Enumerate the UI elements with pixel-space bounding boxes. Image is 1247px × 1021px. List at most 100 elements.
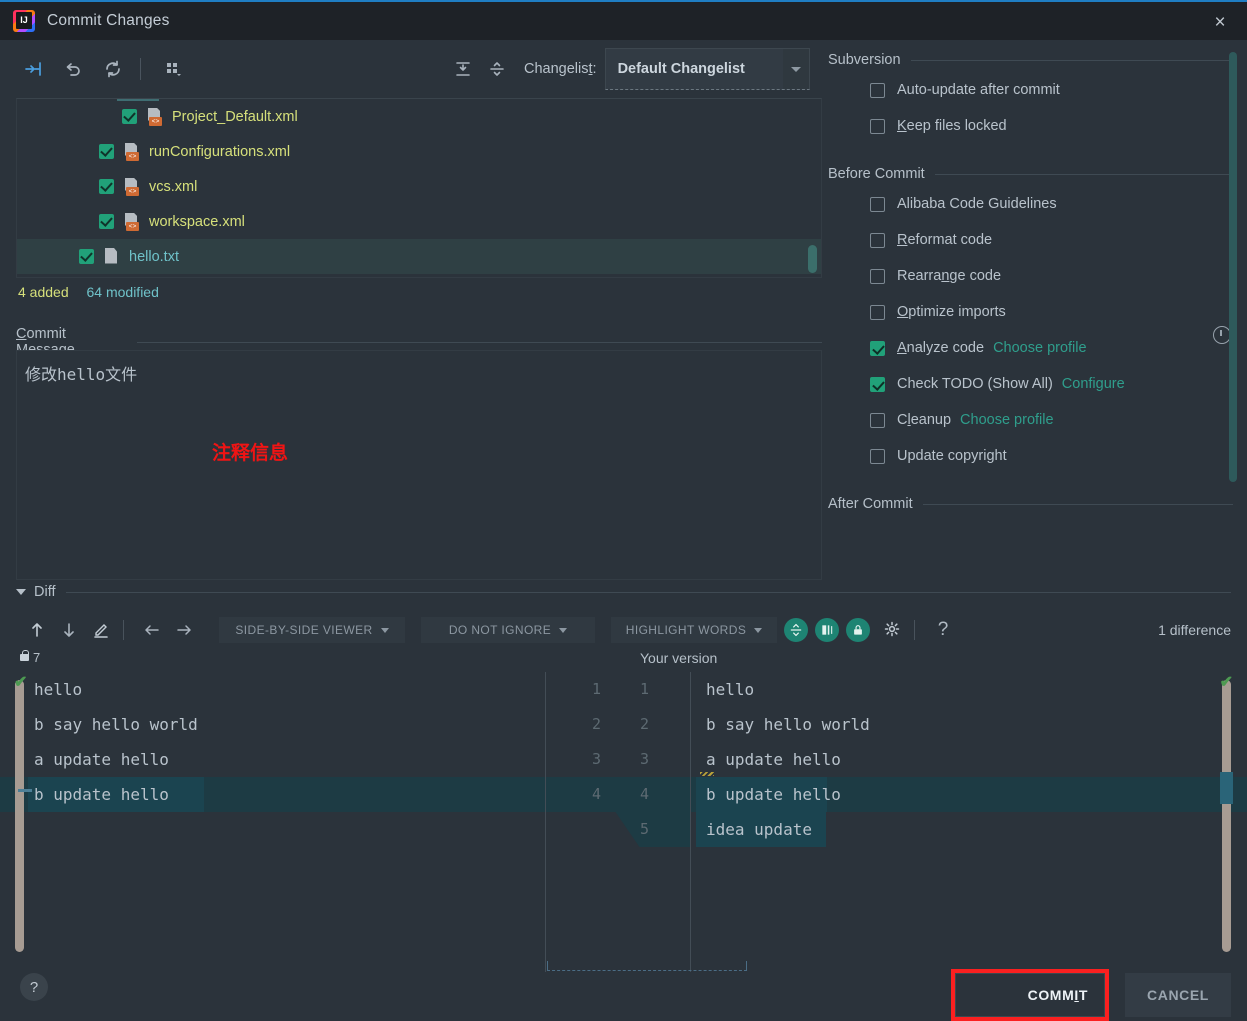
green-check-icon: ✔ [1219, 674, 1233, 691]
highlight-mode-select[interactable]: HIGHLIGHT WORDS [611, 617, 777, 643]
option-row[interactable]: Cleanup Choose profile [828, 402, 1247, 438]
toolbar-divider [140, 58, 141, 80]
text-file-icon [103, 247, 120, 266]
code-line: idea update [706, 820, 812, 839]
spellcheck-squiggle [700, 772, 714, 776]
option-row[interactable]: Reformat code [828, 222, 1247, 258]
file-checkbox[interactable] [99, 214, 114, 229]
table-row[interactable]: <> workspace.xml [17, 204, 821, 239]
file-checkbox[interactable] [99, 179, 114, 194]
table-row[interactable]: hello.txt [17, 239, 821, 274]
code-line: b update hello [706, 785, 841, 804]
commit-button-label: COMMIT [1027, 987, 1088, 1003]
changelist-select[interactable]: Default Changelist [604, 48, 810, 90]
diff-left-scrollbar[interactable] [15, 680, 24, 952]
collapse-unchanged-icon[interactable] [784, 618, 808, 642]
diff-right-scrollbar[interactable] [1222, 680, 1231, 952]
line-number: 5 [639, 820, 649, 838]
question-icon[interactable]: ? [930, 617, 956, 643]
table-row[interactable]: <> runConfigurations.xml [17, 134, 821, 169]
file-checkbox[interactable] [79, 249, 94, 264]
intellij-idea-logo-icon [13, 10, 35, 32]
window-title: Commit Changes [47, 12, 170, 29]
gear-icon[interactable] [879, 617, 905, 643]
toolbar-divider [914, 620, 915, 640]
option-checkbox[interactable] [870, 376, 885, 392]
triangle-down-icon[interactable] [16, 589, 26, 595]
option-row[interactable]: Analyze code Choose profile [828, 330, 1247, 366]
option-link[interactable]: Choose profile [960, 412, 1054, 428]
file-checkbox[interactable] [122, 109, 137, 124]
line-numbers-left: 1 2 3 4 [571, 672, 601, 847]
chevron-down-icon[interactable] [782, 49, 809, 89]
diff-pane-left[interactable]: hello b say hello world a update hello b up… [0, 672, 557, 962]
option-checkbox[interactable] [870, 82, 885, 98]
modified-count: 64 modified [86, 284, 159, 300]
group-by-icon[interactable] [159, 54, 189, 84]
pane-divider [690, 672, 691, 972]
section-divider [136, 341, 822, 343]
option-row[interactable]: Check TODO (Show All) Configure [828, 366, 1247, 402]
lock-icon[interactable] [846, 618, 870, 642]
focus-dashed-marker [547, 961, 747, 971]
table-row[interactable]: <> Project_Default.xml [17, 99, 821, 134]
changelist-row: Changelist: Default Changelist [450, 40, 810, 98]
commit-button[interactable]: COMMIT [955, 973, 1105, 1017]
ignore-mode-select[interactable]: DO NOT IGNORE [421, 617, 595, 643]
show-diff-icon[interactable] [18, 54, 48, 84]
option-label: Reformat code [897, 232, 993, 248]
cancel-button[interactable]: CANCEL [1125, 973, 1231, 1017]
expand-all-icon[interactable] [450, 56, 476, 82]
option-checkbox[interactable] [870, 448, 885, 464]
revert-icon[interactable] [58, 54, 88, 84]
option-row[interactable]: Auto-update after commit [828, 72, 1247, 108]
option-checkbox[interactable] [870, 340, 885, 356]
section-divider [922, 503, 1233, 505]
option-link[interactable]: Configure [1062, 376, 1125, 392]
whitespace-icon[interactable] [815, 618, 839, 642]
close-icon[interactable]: × [1193, 4, 1247, 42]
line-number: 3 [639, 750, 649, 768]
arrow-down-icon[interactable] [56, 617, 82, 643]
code-line: hello [34, 680, 83, 699]
line-number [571, 812, 601, 847]
arrow-left-icon[interactable] [139, 617, 165, 643]
line-number: 2 [639, 715, 649, 733]
arrow-right-icon[interactable] [171, 617, 197, 643]
line-number: 1 [591, 680, 601, 698]
commit-button-highlight: COMMIT [951, 969, 1109, 1021]
options-scrollbar-thumb[interactable] [1229, 52, 1237, 482]
option-checkbox[interactable] [870, 412, 885, 428]
line-number: 1 [639, 680, 649, 698]
option-checkbox[interactable] [870, 304, 885, 320]
option-row[interactable]: Keep files locked [828, 108, 1247, 144]
tree-scrollbar-thumb[interactable] [808, 245, 817, 273]
diff-section-header[interactable]: Diff [16, 584, 1231, 600]
option-checkbox[interactable] [870, 232, 885, 248]
toolbar-divider [123, 620, 124, 640]
changed-files-tree[interactable]: <> Project_Default.xml <> runConfigurations… [16, 98, 822, 278]
option-checkbox[interactable] [870, 196, 885, 212]
diff-gutter: 1 2 3 4 1 2 3 4 5 [557, 672, 690, 962]
option-label: Keep files locked [897, 118, 1007, 134]
arrow-up-icon[interactable] [24, 617, 50, 643]
section-divider [65, 591, 1231, 593]
option-row[interactable]: Alibaba Code Guidelines [828, 186, 1247, 222]
option-link[interactable]: Choose profile [993, 340, 1087, 356]
help-button[interactable]: ? [20, 973, 48, 1001]
pencil-icon[interactable] [88, 617, 114, 643]
option-row[interactable]: Update copyright [828, 438, 1247, 474]
commit-message-input[interactable]: 修改hello文件 [16, 350, 822, 580]
diff-pane-right[interactable]: hello b say hello world a update hello b up… [690, 672, 1247, 962]
ignore-mode-value: DO NOT IGNORE [448, 623, 552, 637]
viewer-mode-select[interactable]: SIDE-BY-SIDE VIEWER [219, 617, 405, 643]
refresh-icon[interactable] [98, 54, 128, 84]
collapse-all-icon[interactable] [484, 56, 510, 82]
file-checkbox[interactable] [99, 144, 114, 159]
option-row[interactable]: Optimize imports [828, 294, 1247, 330]
option-checkbox[interactable] [870, 268, 885, 284]
dialog-footer: ? COMMIT CANCEL [0, 961, 1247, 1021]
option-row[interactable]: Rearrange code [828, 258, 1247, 294]
table-row[interactable]: <> vcs.xml [17, 169, 821, 204]
option-checkbox[interactable] [870, 118, 885, 134]
